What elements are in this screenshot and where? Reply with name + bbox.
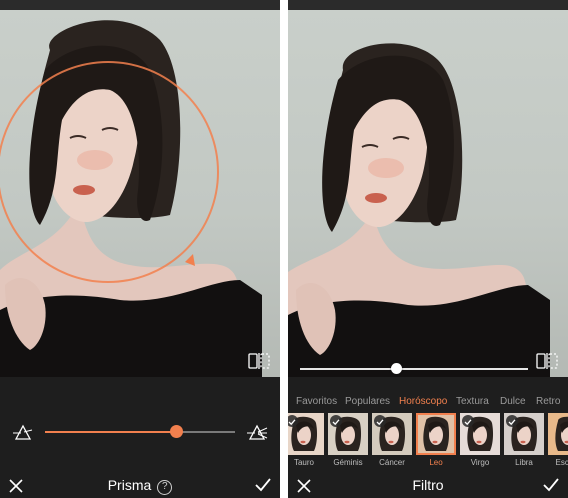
apply-button[interactable] bbox=[542, 477, 560, 493]
tab-populares[interactable]: Populares bbox=[345, 396, 390, 407]
check-icon bbox=[543, 478, 559, 492]
filter-editor-panel: Favoritos Populares Horóscopo Textura Dulce R… bbox=[288, 0, 568, 498]
filter-strength-slider[interactable] bbox=[300, 363, 528, 374]
prisma-intensity-slider[interactable] bbox=[45, 425, 235, 438]
tool-title-label: Prisma bbox=[107, 477, 152, 493]
filter-thumb-libra[interactable]: Libra bbox=[504, 413, 544, 471]
filter-category-tabs: Favoritos Populares Horóscopo Textura Dulce R… bbox=[288, 393, 568, 411]
tab-textura[interactable]: Textura bbox=[456, 396, 489, 407]
status-bar bbox=[288, 0, 568, 10]
filter-thumb-leo[interactable]: Leo bbox=[416, 413, 456, 471]
photo-canvas[interactable] bbox=[288, 10, 568, 377]
slider-fill bbox=[45, 431, 177, 433]
filter-label: Géminis bbox=[333, 458, 363, 467]
prism-high-icon[interactable] bbox=[246, 421, 268, 443]
filter-preview-image bbox=[548, 413, 568, 455]
status-bar bbox=[0, 0, 280, 10]
filter-thumbnails: Tauro Géminis Cáncer Leo Virgo Libra Escorp bbox=[288, 413, 568, 471]
tab-retro[interactable]: Retro bbox=[536, 396, 560, 407]
favorite-check-icon bbox=[374, 415, 386, 427]
filter-label: Tauro bbox=[293, 458, 314, 467]
photo-canvas[interactable] bbox=[0, 10, 280, 377]
filter-label: Virgo bbox=[470, 458, 490, 467]
check-icon bbox=[255, 478, 271, 492]
compare-button[interactable] bbox=[248, 353, 270, 369]
filter-label: Cáncer bbox=[379, 458, 405, 467]
filter-preview-image bbox=[416, 413, 456, 455]
slider-knob[interactable] bbox=[390, 363, 402, 374]
favorite-check-icon bbox=[462, 415, 474, 427]
apply-button[interactable] bbox=[254, 477, 272, 493]
filter-thumb-escorp[interactable]: Escorp bbox=[548, 413, 568, 471]
portrait-photo bbox=[288, 43, 550, 377]
filter-strength-row bbox=[288, 360, 568, 378]
bottom-action-bar: Filtro bbox=[288, 474, 568, 498]
favorite-check-icon bbox=[330, 415, 342, 427]
prism-low-icon[interactable] bbox=[12, 421, 34, 443]
filter-thumb-cáncer[interactable]: Cáncer bbox=[372, 413, 412, 471]
tab-favoritos[interactable]: Favoritos bbox=[296, 396, 337, 407]
filter-thumb-tauro[interactable]: Tauro bbox=[288, 413, 324, 471]
panel-title: Filtro bbox=[412, 477, 444, 493]
tab-dulce[interactable]: Dulce bbox=[500, 396, 526, 407]
tab-horóscopo[interactable]: Horóscopo bbox=[399, 396, 447, 407]
help-icon[interactable]: ? bbox=[157, 480, 173, 495]
portrait-photo bbox=[0, 20, 262, 377]
favorite-check-icon bbox=[288, 415, 298, 427]
compare-icon bbox=[248, 353, 270, 369]
filter-label: Libra bbox=[515, 458, 533, 467]
bottom-action-bar: Prisma? bbox=[0, 474, 280, 498]
filter-thumb-géminis[interactable]: Géminis bbox=[328, 413, 368, 471]
slider-knob[interactable] bbox=[170, 425, 184, 438]
prisma-controls bbox=[0, 377, 280, 477]
filter-thumb-virgo[interactable]: Virgo bbox=[460, 413, 500, 471]
tool-title: Prisma? bbox=[0, 477, 280, 495]
favorite-check-icon bbox=[506, 415, 518, 427]
filter-label: Leo bbox=[429, 458, 443, 467]
filter-label: Escorp bbox=[555, 458, 568, 467]
prisma-editor-panel: Prisma? bbox=[0, 0, 280, 498]
